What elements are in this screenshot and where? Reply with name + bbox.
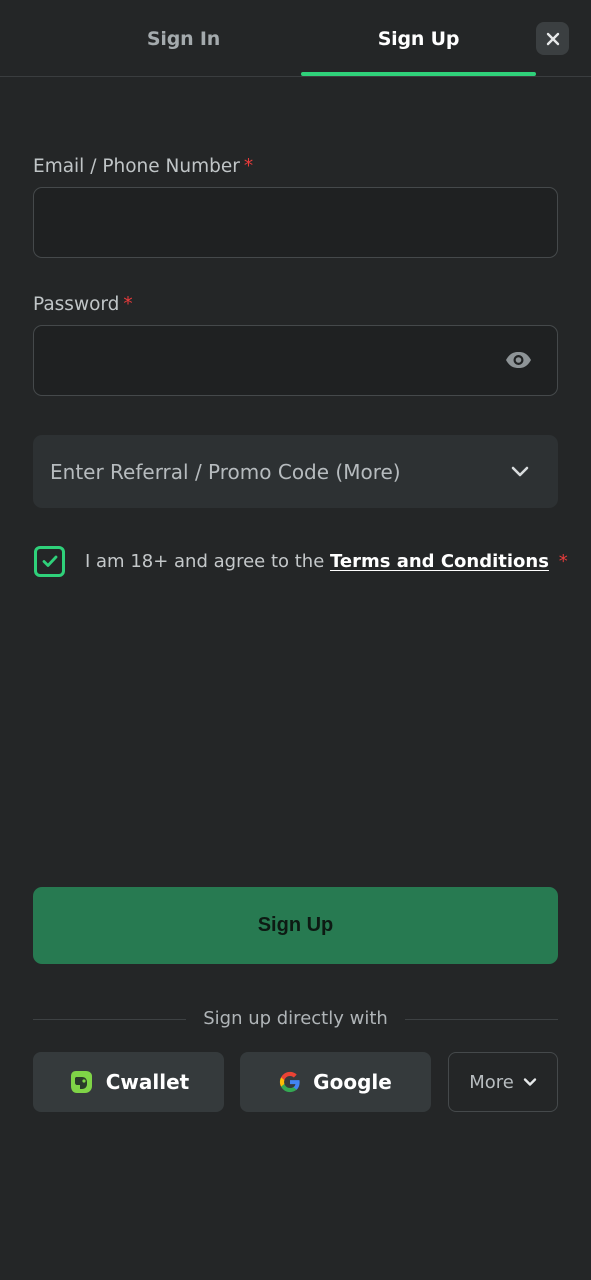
close-icon (546, 32, 559, 45)
google-label: Google (313, 1070, 392, 1094)
email-label: Email / Phone Number * (33, 156, 253, 177)
sign-up-button[interactable]: Sign Up (33, 887, 558, 964)
terms-agreement: I am 18+ and agree to the Terms and Cond… (34, 545, 568, 577)
tab-sign-up[interactable]: Sign Up (301, 0, 536, 77)
check-icon (42, 555, 57, 567)
password-label: Password * (33, 294, 133, 315)
email-field[interactable] (33, 187, 558, 258)
password-field[interactable] (33, 325, 558, 396)
terms-link[interactable]: Terms and Conditions (330, 551, 549, 572)
promo-code-label: Enter Referral / Promo Code (More) (50, 459, 401, 484)
signup-modal: Sign In Sign Up Email / Phone Number * Pa… (0, 0, 591, 1280)
more-label: More (469, 1071, 514, 1093)
required-mark: * (243, 156, 254, 177)
close-button[interactable] (536, 22, 569, 55)
divider-line-right (405, 1019, 558, 1020)
toggle-password-visibility-button[interactable] (502, 346, 534, 374)
required-mark: * (558, 550, 568, 572)
agree-prefix: I am 18+ and agree to the (85, 550, 325, 572)
tab-sign-in[interactable]: Sign In (66, 0, 301, 77)
cwallet-icon (68, 1070, 94, 1094)
more-login-options-button[interactable]: More (448, 1052, 558, 1112)
auth-tabs: Sign In Sign Up (0, 0, 591, 77)
google-button[interactable]: Google (240, 1052, 431, 1112)
eye-icon (505, 352, 531, 368)
agree-text: I am 18+ and agree to the Terms and Cond… (85, 551, 568, 572)
required-mark: * (123, 294, 133, 315)
social-divider: Sign up directly with (33, 1005, 558, 1035)
google-icon (279, 1071, 301, 1093)
cwallet-label: Cwallet (105, 1070, 190, 1094)
email-label-text: Email / Phone Number (33, 156, 240, 177)
cwallet-button[interactable]: Cwallet (33, 1052, 224, 1112)
password-label-text: Password (33, 294, 120, 315)
chevron-down-icon (511, 466, 529, 477)
active-tab-indicator (301, 72, 536, 76)
agree-checkbox[interactable] (34, 545, 65, 577)
promo-code-dropdown[interactable]: Enter Referral / Promo Code (More) (33, 435, 558, 508)
chevron-down-icon (523, 1078, 537, 1086)
